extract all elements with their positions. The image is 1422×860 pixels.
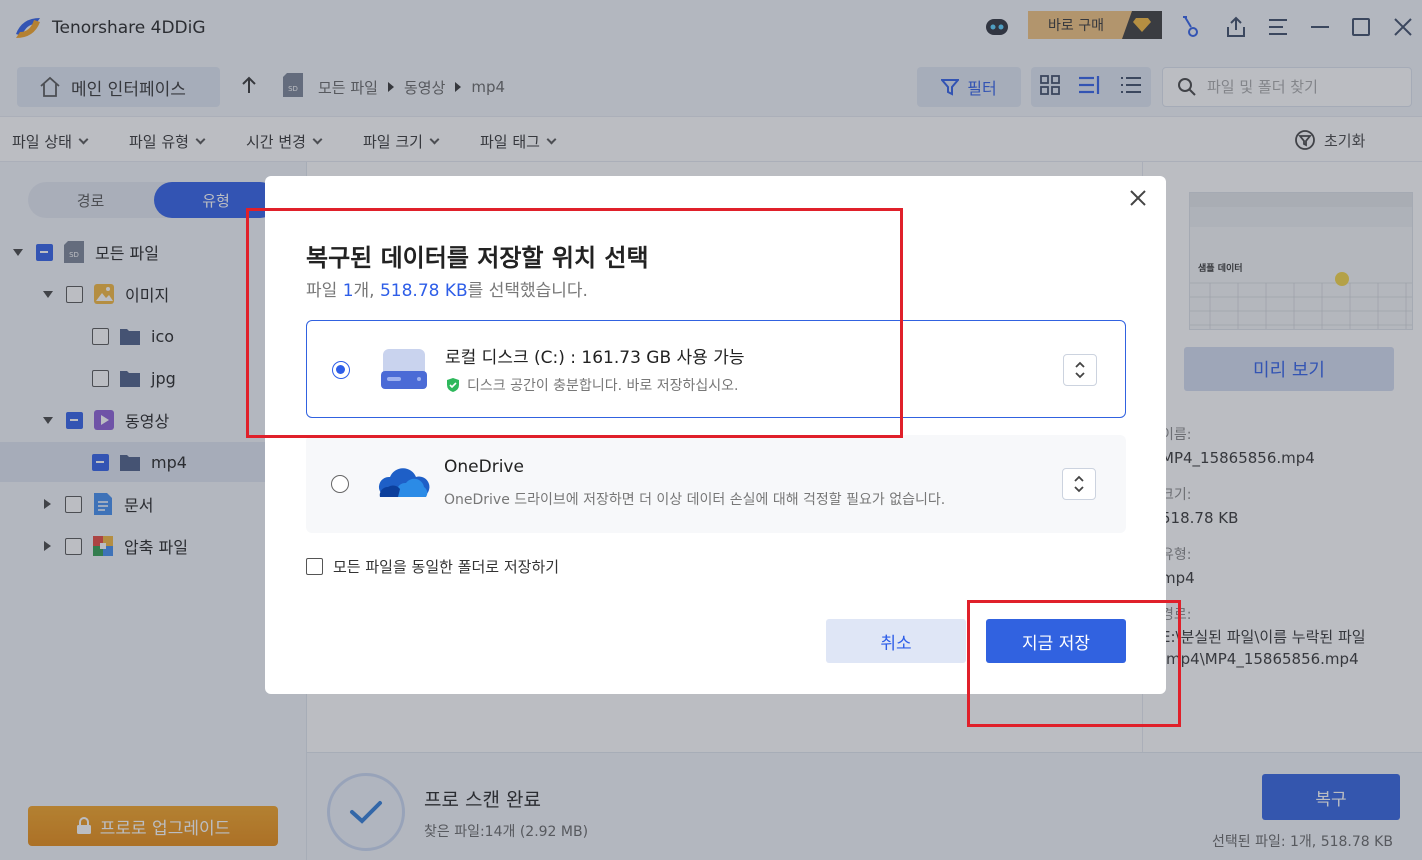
radio-button[interactable] <box>331 475 349 493</box>
cancel-button[interactable]: 취소 <box>826 619 966 663</box>
close-dialog-icon[interactable] <box>1126 186 1150 210</box>
same-folder-checkbox-row[interactable]: 모든 파일을 동일한 폴더로 저장하기 <box>306 556 559 577</box>
annotation-highlight-local-disk <box>246 208 903 438</box>
same-folder-checkbox[interactable] <box>306 558 323 575</box>
onedrive-cloud-icon <box>378 468 430 497</box>
onedrive-title: OneDrive <box>444 457 524 477</box>
up-down-chevron-icon <box>1075 361 1085 379</box>
annotation-highlight-save-button <box>967 600 1181 727</box>
onedrive-selector-stepper[interactable] <box>1062 468 1096 500</box>
drive-selector-stepper[interactable] <box>1063 354 1097 386</box>
onedrive-option[interactable]: OneDrive OneDrive 드라이브에 저장하면 더 이상 데이터 손실… <box>306 435 1126 533</box>
onedrive-description: OneDrive 드라이브에 저장하면 더 이상 데이터 손실에 대해 걱정할 … <box>444 492 946 508</box>
same-folder-label: 모든 파일을 동일한 폴더로 저장하기 <box>333 558 560 576</box>
up-down-chevron-icon <box>1074 475 1084 493</box>
